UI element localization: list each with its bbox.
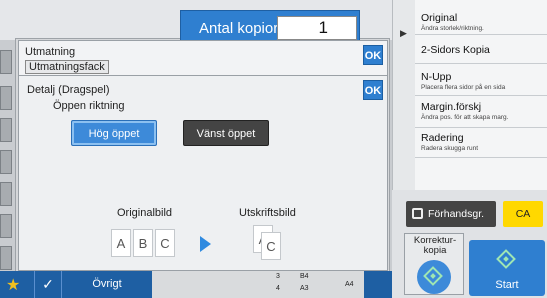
- proof-copy-label: Korrektur-kopia: [413, 235, 457, 256]
- start-button[interactable]: Start: [469, 240, 545, 296]
- preview-label: Förhandsgr.: [428, 208, 485, 220]
- rp-item-nup[interactable]: N-Upp Placera flera sidor på en sida: [415, 64, 547, 96]
- output-dialog: Utmatning Utmatningsfack OK: [18, 40, 388, 78]
- tray-number: 4: [276, 285, 280, 292]
- paper-size: A4: [345, 281, 354, 288]
- proof-copy-area: Korrektur-kopia: [404, 233, 464, 295]
- tray-status: 3 4 B4 A3 A4: [152, 271, 364, 298]
- start-diamond-icon: [496, 249, 516, 269]
- rp-item-duplex[interactable]: 2-Sidors Kopia: [415, 35, 547, 64]
- rp-item-original[interactable]: Original Ändra storlek/riktning.: [415, 0, 547, 35]
- panel-toggle[interactable]: ▶: [392, 0, 415, 190]
- output-title: Utmatning: [25, 46, 76, 58]
- copies-label: Antal kopior: [199, 20, 279, 37]
- left-tab[interactable]: [0, 246, 12, 270]
- top-open-button[interactable]: Hög öppet: [71, 120, 157, 146]
- detail-ok-button[interactable]: OK: [363, 80, 383, 100]
- output-tray-label[interactable]: Utmatningsfack: [25, 60, 109, 74]
- rp-item-sub: Ändra storlek/riktning.: [421, 25, 484, 32]
- rp-item-sub: Ändra pos. för att skapa marg.: [421, 114, 509, 121]
- left-tab[interactable]: [0, 150, 12, 174]
- rp-item-label: N-Upp: [421, 71, 452, 83]
- rp-item-sub: Placera flera sidor på en sida: [421, 84, 506, 91]
- tray-number: 3: [276, 273, 280, 280]
- rp-item-label: Original: [421, 12, 458, 24]
- rp-item-label: Margin.förskj: [421, 101, 482, 113]
- rp-item-label: 2-Sidors Kopia: [421, 44, 490, 56]
- original-page: B: [133, 229, 153, 257]
- ca-button[interactable]: CA: [503, 201, 543, 227]
- preview-button[interactable]: Förhandsgr.: [406, 201, 496, 227]
- left-tab[interactable]: [0, 86, 12, 110]
- paper-size: B4: [300, 273, 309, 280]
- preview-icon: [412, 208, 423, 219]
- left-tab[interactable]: [0, 50, 12, 74]
- original-page: C: [155, 229, 175, 257]
- output-image-label: Utskriftsbild: [239, 207, 296, 219]
- collapse-arrow-icon: ▶: [400, 28, 407, 38]
- copies-input[interactable]: 1: [277, 16, 357, 40]
- output-page: C: [261, 232, 281, 260]
- star-icon[interactable]: ★: [6, 275, 20, 295]
- arrow-right-icon: [200, 236, 211, 252]
- paper-size: A3: [300, 285, 309, 292]
- left-tab[interactable]: [0, 182, 12, 206]
- copies-panel: Antal kopior 1: [180, 10, 360, 44]
- rp-item-sub: Radera skugga runt: [421, 145, 479, 152]
- other-button[interactable]: Övrigt: [64, 271, 150, 298]
- original-page: A: [111, 229, 131, 257]
- checkmark-icon[interactable]: ✓: [34, 271, 62, 298]
- detail-dialog: Detalj (Dragspel) OK Öppen riktning Hög …: [18, 75, 388, 271]
- rp-item-erase[interactable]: Radering Radera skugga runt: [415, 128, 547, 158]
- start-label: Start: [495, 279, 519, 291]
- bottom-bar: ★ ✓ Övrigt 3 4 B4 A3 A4: [0, 271, 392, 298]
- start-diamond-icon: [423, 266, 443, 286]
- proof-copy-button[interactable]: [417, 260, 451, 294]
- left-tab[interactable]: [0, 214, 12, 238]
- rp-item-label: Radering: [421, 132, 464, 144]
- open-direction-label: Öppen riktning: [53, 100, 125, 112]
- rp-item-margin[interactable]: Margin.förskj Ändra pos. för att skapa m…: [415, 96, 547, 128]
- output-ok-button[interactable]: OK: [363, 45, 383, 65]
- left-tab[interactable]: [0, 118, 12, 142]
- left-open-button[interactable]: Vänst öppet: [183, 120, 269, 146]
- right-panel: Original Ändra storlek/riktning. 2-Sidor…: [415, 0, 547, 190]
- original-image-label: Originalbild: [117, 207, 173, 219]
- detail-title: Detalj (Dragspel): [27, 84, 110, 96]
